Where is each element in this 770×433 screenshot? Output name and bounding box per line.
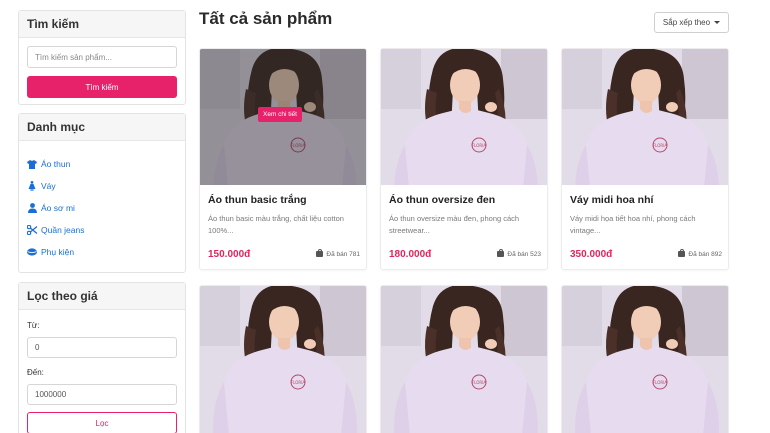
tshirt-icon <box>27 159 37 169</box>
price-from-label: Từ: <box>27 321 40 330</box>
price-filter-card: Lọc theo giá Từ: Đến: Lọc <box>18 282 186 433</box>
sold-count-label: Đã bán 892 <box>688 250 722 258</box>
sort-label: Sắp xếp theo <box>662 18 711 27</box>
user-icon <box>27 203 37 213</box>
category-label: Áo sơ mi <box>41 203 75 213</box>
product-price: 150.000đ <box>208 248 251 260</box>
product-name[interactable]: Áo thun basic trắng <box>208 194 360 207</box>
caret-down-icon <box>714 21 721 24</box>
price-filter-button[interactable]: Lọc <box>27 412 177 433</box>
category-label: Quần jeans <box>41 225 85 235</box>
category-label: Áo thun <box>41 159 71 169</box>
price-to-label: Đến: <box>27 368 44 377</box>
price-filter-title: Lọc theo giá <box>19 283 185 310</box>
product-card[interactable] <box>561 285 729 433</box>
page-title: Tất cả sản phẩm <box>199 9 333 28</box>
shopping-bag-icon <box>316 248 324 257</box>
shopping-bag-icon <box>678 248 686 257</box>
product-card[interactable] <box>199 285 367 433</box>
category-card-title: Danh mục <box>19 114 185 141</box>
product-price: 180.000đ <box>389 248 432 260</box>
dress-icon <box>27 181 37 191</box>
category-item-vay[interactable]: Váy <box>27 175 185 197</box>
search-button[interactable]: Tìm kiếm <box>27 76 177 98</box>
product-card[interactable] <box>380 285 548 433</box>
product-name[interactable]: Áo thun oversize đen <box>389 194 541 207</box>
sold-count: Đã bán 781 <box>316 248 360 258</box>
product-price: 350.000đ <box>570 248 613 260</box>
category-list: Áo thun Váy Áo sơ mi Quần jeans Phụ kiện <box>19 141 185 263</box>
product-image[interactable] <box>562 49 728 185</box>
search-card: Tìm kiếm Tìm kiếm <box>18 10 186 105</box>
category-item-ao-thun[interactable]: Áo thun <box>27 153 185 175</box>
category-item-quan-jeans[interactable]: Quần jeans <box>27 219 185 241</box>
search-input[interactable] <box>27 46 177 68</box>
sold-count-label: Đã bán 523 <box>507 250 541 258</box>
search-card-title: Tìm kiếm <box>19 11 185 38</box>
sold-count: Đã bán 523 <box>497 248 541 258</box>
category-card: Danh mục Áo thun Váy Áo sơ mi Quần jeans <box>18 113 186 273</box>
price-to-input[interactable] <box>27 384 177 405</box>
sort-dropdown[interactable]: Sắp xếp theo <box>654 12 729 33</box>
price-from-input[interactable] <box>27 337 177 358</box>
shopping-bag-icon <box>497 248 505 257</box>
hat-icon <box>27 247 37 257</box>
scissors-icon <box>27 225 37 235</box>
product-image[interactable] <box>381 49 547 185</box>
product-name[interactable]: Váy midi hoa nhí <box>570 194 722 207</box>
product-image[interactable] <box>381 286 547 433</box>
category-label: Váy <box>41 181 56 191</box>
product-image[interactable] <box>200 286 366 433</box>
product-card[interactable]: Váy midi hoa nhí Váy midi họa tiết hoa n… <box>561 48 729 270</box>
product-description: Áo thun basic màu trắng, chất liệu cotto… <box>208 214 344 235</box>
view-detail-button[interactable]: Xem chi tiết <box>258 107 302 122</box>
product-description: Áo thun oversize màu đen, phong cách str… <box>389 214 520 235</box>
product-image[interactable] <box>562 286 728 433</box>
sold-count: Đã bán 892 <box>678 248 722 258</box>
category-item-ao-so-mi[interactable]: Áo sơ mi <box>27 197 185 219</box>
product-image[interactable]: Xem chi tiết <box>200 49 366 185</box>
product-description: Váy midi họa tiết hoa nhí, phong cách vi… <box>570 214 696 235</box>
sold-count-label: Đã bán 781 <box>326 250 360 258</box>
category-item-phu-kien[interactable]: Phụ kiện <box>27 241 185 263</box>
category-label: Phụ kiện <box>41 247 75 257</box>
product-card[interactable]: Áo thun oversize đen Áo thun oversize mà… <box>380 48 548 270</box>
product-card[interactable]: Xem chi tiết Áo thun basic trắng Áo thun… <box>199 48 367 270</box>
